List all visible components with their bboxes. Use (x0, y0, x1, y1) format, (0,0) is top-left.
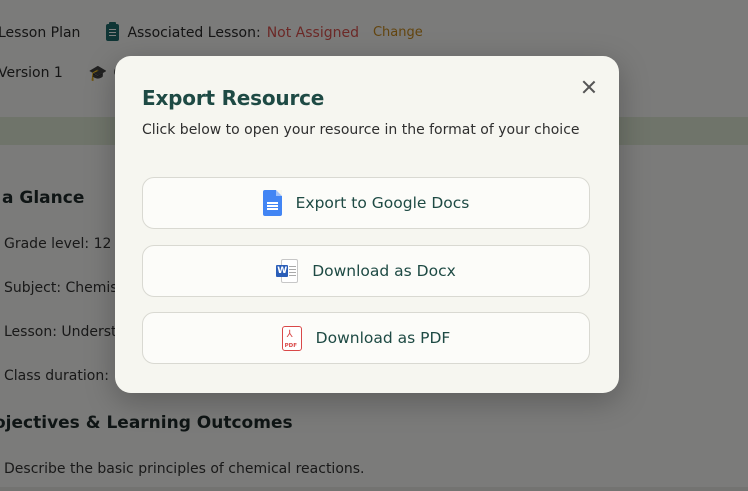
download-docx-label: Download as Docx (312, 262, 456, 280)
download-docx-button[interactable]: W Download as Docx (142, 245, 590, 297)
modal-title: Export Resource (142, 86, 325, 110)
download-pdf-button[interactable]: ⅄ PDF Download as PDF (142, 312, 590, 364)
export-resource-modal: Export Resource Click below to open your… (115, 56, 619, 393)
pdf-icon: ⅄ PDF (281, 325, 302, 351)
close-icon[interactable] (580, 78, 598, 96)
modal-subtitle: Click below to open your resource in the… (142, 122, 580, 138)
word-icon-letter: W (276, 265, 289, 277)
google-docs-icon (262, 190, 282, 216)
word-docx-icon: W (276, 259, 299, 283)
export-google-docs-button[interactable]: Export to Google Docs (142, 177, 590, 229)
download-pdf-label: Download as PDF (315, 329, 451, 347)
export-google-docs-label: Export to Google Docs (295, 194, 470, 212)
pdf-icon-letter: PDF (284, 342, 298, 349)
